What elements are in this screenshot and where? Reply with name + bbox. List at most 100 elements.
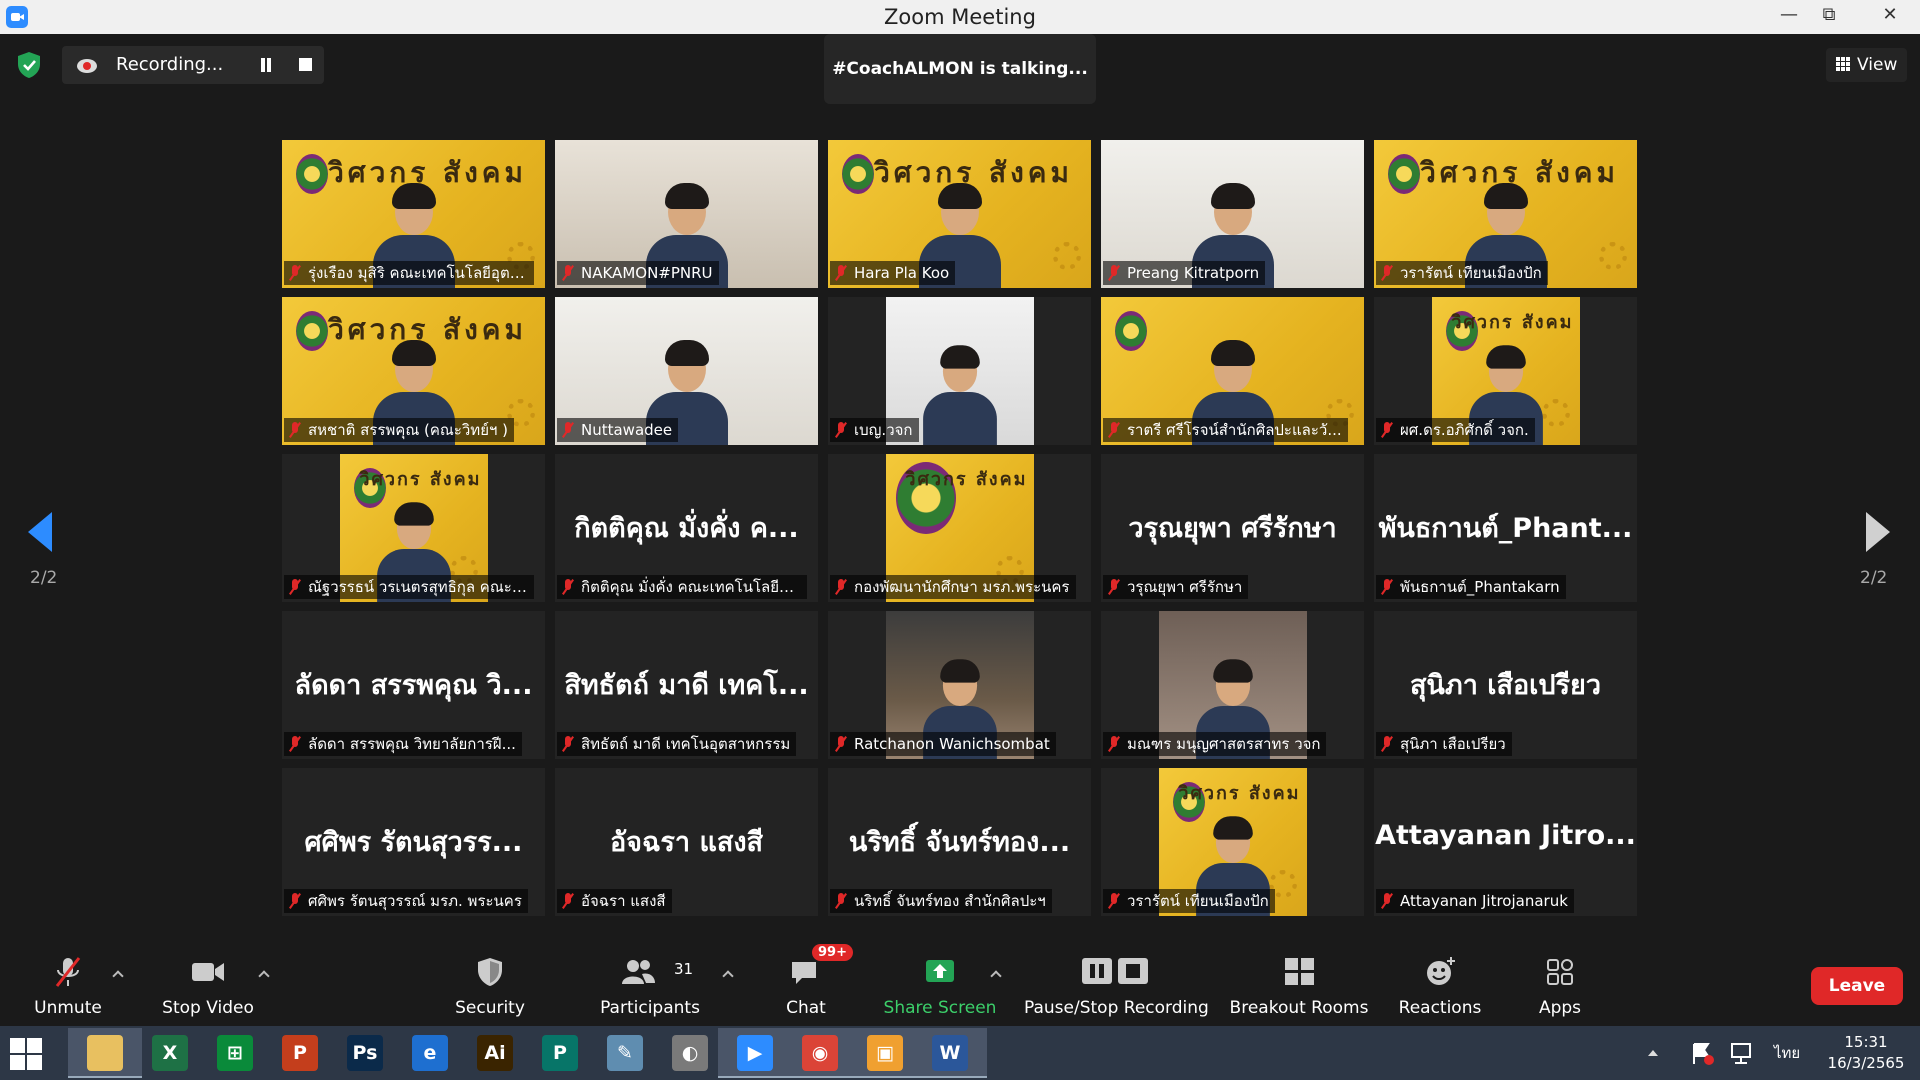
taskbar-app-button[interactable]: Ai [458, 1028, 532, 1078]
stop-recording-icon[interactable] [299, 58, 312, 71]
taskbar-app-button[interactable]: ◉ [783, 1028, 857, 1078]
close-button[interactable]: ✕ [1860, 0, 1920, 34]
university-seal-icon [1388, 154, 1420, 194]
encryption-shield-icon[interactable] [14, 50, 44, 80]
windows-start-icon[interactable] [10, 1038, 42, 1070]
participant-tile[interactable]: Preang Kitratporn [1101, 140, 1364, 288]
audio-options-chevron-icon[interactable] [112, 968, 124, 980]
participant-name-tag: พันธกานต์_Phantakarn [1376, 575, 1566, 599]
view-button[interactable]: View [1826, 48, 1908, 82]
participant-tile[interactable]: Ratchanon Wanichsombat [828, 611, 1091, 759]
participant-name: วรารัตน์ เทียนเมืองปัก [1127, 892, 1269, 910]
taskbar-app-button[interactable]: Ps [328, 1028, 402, 1078]
security-button[interactable]: Security [440, 946, 540, 1026]
participant-display-name: กิตติคุณ มั่งคั่ง ค... [574, 513, 799, 544]
participant-tile[interactable]: วรุณยุพา ศรีรักษา วรุณยุพา ศรีรักษา [1101, 454, 1364, 602]
illustrator-icon: Ai [477, 1035, 513, 1071]
pause-stop-recording-button[interactable]: Pause/Stop Recording [1024, 946, 1209, 1026]
participant-tile[interactable]: วิศวกร สังคม กองพัฒนานักศึกษา มรภ.พระนคร [828, 454, 1091, 602]
participant-name: ลัดดา สรรพคุณ วิทยาลัยการฝี... [308, 735, 516, 753]
participants-options-chevron-icon[interactable] [722, 968, 734, 980]
participant-tile[interactable]: วิศวกร สังคม Hara Pla Koo [828, 140, 1091, 288]
share-screen-button[interactable]: Share Screen [880, 946, 1000, 1026]
chat-button[interactable]: 99+ Chat [766, 944, 853, 1026]
participant-tile[interactable]: สิทธัตถ์ มาดี เทคโ... สิทธัตถ์ มาดี เทคโน… [555, 611, 818, 759]
participant-name-tag: สุนิภา เสือเปรียว [1376, 732, 1512, 756]
participant-name-tag: วรารัตน์ เทียนเมืองปัก [1103, 889, 1275, 913]
taskbar-app-button[interactable]: W [913, 1028, 987, 1078]
windows-taskbar: X ⊞ P Ps e Ai P ✎ ◐ ▶ ◉ ▣ W ไทย 15:31 16/3/2565 [0, 1026, 1920, 1080]
taskbar-app-button[interactable]: ▶ [718, 1028, 792, 1078]
participant-name: Nuttawadee [581, 421, 673, 439]
participant-tile[interactable]: วิศวกร สังคม วรารัตน์ เทียนเมืองปัก [1101, 768, 1364, 916]
restore-button[interactable]: ⧉ [1806, 0, 1852, 34]
participant-tile[interactable]: วิศวกร สังคม ณัฐวรรธน์ วรเนตรสุทธิกุล คณะ… [282, 454, 545, 602]
participant-tile[interactable]: ราตรี ศรีโรจน์สำนักศิลปะและวั... [1101, 297, 1364, 445]
participant-tile[interactable]: วิศวกร สังคม ผศ.ดร.อภิศักดิ์ วจก. [1374, 297, 1637, 445]
participant-person [919, 345, 1000, 445]
participant-name-tag: Preang Kitratporn [1103, 261, 1266, 285]
taskbar-app-button[interactable]: ✎ [588, 1028, 662, 1078]
gallery-grid: วิศวกร สังคม รุ่งเรือง มุสิริ คณะเทคโนโลย… [282, 140, 1638, 918]
participant-tile[interactable]: กิตติคุณ มั่งคั่ง ค... กิตติคุณ มั่งคั่ง … [555, 454, 818, 602]
action-center-flag-icon[interactable] [1690, 1026, 1716, 1080]
participant-tile[interactable]: มณฑร มนุญศาสตรสาทร วจก [1101, 611, 1364, 759]
reactions-button[interactable]: Reactions [1388, 946, 1492, 1026]
taskbar-app-button[interactable]: P [263, 1028, 337, 1078]
participant-tile[interactable]: Nuttawadee [555, 297, 818, 445]
unmute-label: Unmute [34, 998, 102, 1018]
participants-button[interactable]: 31 Participants [596, 946, 704, 1026]
powerpoint-icon: P [282, 1035, 318, 1071]
leave-button[interactable]: Leave [1811, 967, 1903, 1005]
share-options-chevron-icon[interactable] [990, 968, 1002, 980]
unmute-button[interactable]: Unmute [18, 946, 118, 1026]
participant-tile[interactable]: ลัดดา สรรพคุณ วิ... ลัดดา สรรพคุณ วิทยาลั… [282, 611, 545, 759]
participant-display-name: Attayanan Jitro... [1375, 820, 1636, 851]
taskbar-app-button[interactable]: ◐ [653, 1028, 727, 1078]
network-icon[interactable] [1728, 1026, 1754, 1080]
participant-name: พันธกานต์_Phantakarn [1400, 578, 1560, 596]
participant-tile[interactable]: Attayanan Jitro... Attayanan Jitrojanaruk [1374, 768, 1637, 916]
participant-tile[interactable]: พันธกานต์_Phant... พันธกานต์_Phantakarn [1374, 454, 1637, 602]
stop-video-button[interactable]: Stop Video [150, 946, 266, 1026]
show-hidden-icons-icon[interactable] [1646, 1026, 1660, 1080]
participant-tile[interactable]: วิศวกร สังคม วรารัตน์ เทียนเมืองปัก [1374, 140, 1637, 288]
muted-mic-icon [834, 736, 848, 752]
participant-name-tag: รุ่งเรือง มุสิริ คณะเทคโนโลยีอุตส... [284, 261, 534, 285]
taskbar-app-button[interactable]: ▣ [848, 1028, 922, 1078]
participant-tile[interactable]: อัจฉรา แสงสี อัจฉรา แสงสี [555, 768, 818, 916]
muted-mic-icon [1380, 422, 1394, 438]
taskbar-app-button[interactable] [68, 1028, 142, 1078]
taskbar-app-button[interactable]: ⊞ [198, 1028, 272, 1078]
muted-mic-icon [561, 893, 575, 909]
page-indicator-right: 2/2 [1860, 568, 1888, 588]
participant-name: รุ่งเรือง มุสิริ คณะเทคโนโลยีอุตส... [308, 264, 534, 282]
muted-mic-icon [1107, 893, 1121, 909]
apps-button[interactable]: Apps [1520, 946, 1600, 1026]
next-page-arrow-icon[interactable] [1862, 510, 1892, 554]
participant-tile[interactable]: วิศวกร สังคม สหชาติ สรรพคุณ (คณะวิทย์ฯ ) [282, 297, 545, 445]
pause-recording-icon[interactable] [258, 57, 274, 73]
meeting-top-bar: Recording... #CoachALMON is talking... V… [0, 34, 1920, 104]
reactions-smiley-icon [1427, 957, 1455, 985]
security-shield-icon [478, 958, 502, 986]
muted-mic-icon [561, 579, 575, 595]
participant-tile[interactable]: สุนิภา เสือเปรียว สุนิภา เสือเปรียว [1374, 611, 1637, 759]
participant-tile[interactable]: NAKAMON#PNRU [555, 140, 818, 288]
taskbar-app-button[interactable]: X [133, 1028, 207, 1078]
video-options-chevron-icon[interactable] [258, 968, 270, 980]
participant-name: เบญ.วจก [854, 421, 913, 439]
participant-tile[interactable]: วิศวกร สังคม รุ่งเรือง มุสิริ คณะเทคโนโลย… [282, 140, 545, 288]
taskbar-app-button[interactable]: P [523, 1028, 597, 1078]
system-clock[interactable]: 15:31 16/3/2565 [1820, 1032, 1912, 1074]
participant-tile[interactable]: นริทธิ์ จันทร์ทอง... นริทธิ์ จันทร์ทอง สำ… [828, 768, 1091, 916]
grid-view-icon [1836, 57, 1851, 72]
participant-name: นริทธิ์ จันทร์ทอง สำนักศิลปะฯ [854, 892, 1046, 910]
participant-tile[interactable]: ศศิพร รัตนสุวรร... ศศิพร รัตนสุวรรณ์ มรภ.… [282, 768, 545, 916]
input-language[interactable]: ไทย [1774, 1026, 1800, 1080]
breakout-rooms-button[interactable]: Breakout Rooms [1228, 946, 1370, 1026]
taskbar-app-button[interactable]: e [393, 1028, 467, 1078]
previous-page-arrow-icon[interactable] [26, 510, 56, 554]
cloud-recording-icon [77, 59, 97, 73]
participant-tile[interactable]: เบญ.วจก [828, 297, 1091, 445]
